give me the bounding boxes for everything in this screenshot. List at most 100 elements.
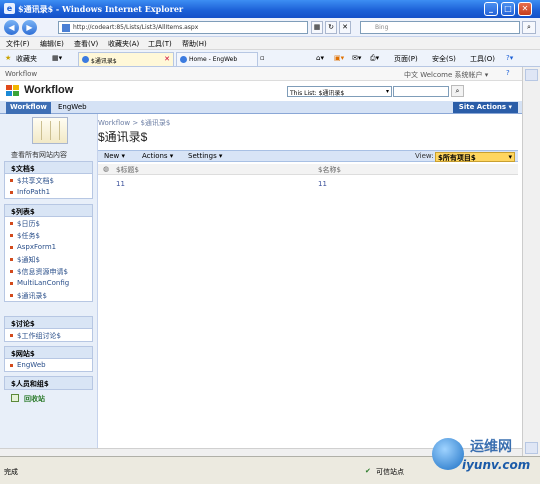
quick-tabs-icon[interactable]: ▦▾: [52, 54, 62, 62]
sp-header: Workflow This List: $通讯录$ ▾ ⌕: [0, 81, 522, 101]
vertical-scrollbar[interactable]: [522, 67, 540, 456]
section-header[interactable]: $列表$: [5, 205, 92, 217]
quicklaunch-item[interactable]: $共享文档$: [5, 174, 92, 186]
feeds-icon[interactable]: ▣▾: [334, 54, 344, 62]
menu-file[interactable]: 文件(F): [6, 39, 30, 49]
globe-icon: [432, 438, 464, 470]
back-button[interactable]: ◀: [4, 20, 19, 35]
actions-menu[interactable]: Actions ▾: [142, 152, 173, 160]
window-title: $通讯录$ - Windows Internet Explorer: [18, 4, 184, 14]
search-icon[interactable]: ⌕: [522, 21, 536, 34]
mail-icon[interactable]: ✉▾: [352, 54, 361, 62]
section-header[interactable]: $讨论$: [5, 317, 92, 329]
section-header[interactable]: $人员和组$: [5, 377, 92, 389]
main-content: Workflow > $通讯录$ $通讯录$ New ▾ Actions ▾ S…: [98, 114, 522, 456]
scroll-up-icon[interactable]: [525, 69, 538, 81]
forward-button[interactable]: ▶: [22, 20, 37, 35]
page-menu[interactable]: 页面(P): [394, 54, 418, 64]
sp-global-link[interactable]: Workflow: [5, 70, 37, 78]
site-actions-button[interactable]: Site Actions ▾: [452, 102, 518, 113]
menu-view[interactable]: 查看(V): [74, 39, 98, 49]
tab-engweb[interactable]: Home - EngWeb: [176, 52, 258, 66]
nav-tab-workflow[interactable]: Workflow: [6, 102, 51, 114]
tab-current[interactable]: $通讯录$ ✕: [78, 52, 174, 66]
trusted-zone-icon: ✔: [365, 467, 371, 475]
address-row: ◀ ▶ http://codeart:85/Lists/List3/AllIte…: [0, 18, 540, 37]
view-select-value: $所有项目$: [438, 154, 476, 162]
search-input[interactable]: Bing: [360, 21, 520, 34]
tab-close-icon[interactable]: ✕: [164, 55, 170, 63]
section-people: $人员和组$: [4, 376, 93, 390]
attachment-icon: ◍: [103, 165, 110, 173]
quicklaunch-item[interactable]: AspxForm1: [5, 241, 92, 253]
safety-menu[interactable]: 安全(S): [432, 54, 456, 64]
quick-launch: 查看所有网站内容 $文档$ $共享文档$ InfoPath1 $列表$ $日历$…: [0, 114, 98, 456]
section-header[interactable]: $网站$: [5, 347, 92, 359]
favorites-star-icon[interactable]: ★: [5, 54, 11, 62]
menu-help[interactable]: 帮助(H): [182, 39, 207, 49]
search-scope-select[interactable]: This List: $通讯录$ ▾: [287, 86, 392, 97]
close-button[interactable]: ✕: [518, 2, 532, 16]
quicklaunch-item[interactable]: $工作组讨论$: [5, 329, 92, 341]
quicklaunch-item[interactable]: InfoPath1: [5, 186, 92, 198]
list-thumbnail-icon: [32, 117, 68, 144]
search-placeholder: Bing: [375, 24, 389, 31]
menu-bar: 文件(F) 编辑(E) 查看(V) 收藏夹(A) 工具(T) 帮助(H): [0, 37, 540, 50]
address-bar[interactable]: http://codeart:85/Lists/List3/AllItems.a…: [58, 21, 308, 34]
help-icon[interactable]: ?▾: [506, 54, 513, 62]
search-scope-value: This List: $通讯录$: [290, 90, 345, 97]
quicklaunch-item[interactable]: $通讯录$: [5, 289, 92, 301]
print-icon[interactable]: ⎙▾: [370, 54, 379, 63]
quicklaunch-item[interactable]: $信息资源申请$: [5, 265, 92, 277]
compat-view-icon[interactable]: ▦: [311, 21, 323, 34]
menu-edit[interactable]: 编辑(E): [40, 39, 64, 49]
status-text: 完成: [4, 468, 18, 476]
sp-top-nav: Workflow EngWeb Site Actions ▾: [0, 101, 522, 114]
sp-logo-icon: [6, 85, 20, 97]
list-column-headers: ◍ $标题$ $名称$: [98, 164, 518, 175]
tab-label: Home - EngWeb: [189, 56, 238, 63]
sp-welcome-menu[interactable]: 中文 Welcome 系统帐户 ▾: [404, 70, 488, 80]
menu-favorites[interactable]: 收藏夹(A): [108, 39, 139, 49]
page-title: $通讯录$: [98, 130, 148, 144]
column-header-title[interactable]: $标题$: [116, 165, 139, 175]
sp-help-icon[interactable]: ?: [506, 69, 510, 77]
stop-icon[interactable]: ✕: [339, 21, 351, 34]
quicklaunch-item[interactable]: $通知$: [5, 253, 92, 265]
settings-menu[interactable]: Settings ▾: [188, 152, 222, 160]
section-header[interactable]: $文档$: [5, 162, 92, 174]
view-all-content-link[interactable]: 查看所有网站内容: [11, 150, 67, 160]
new-tab-icon[interactable]: ▫: [260, 54, 265, 62]
view-label: View:: [415, 152, 434, 160]
maximize-button[interactable]: □: [501, 2, 515, 16]
view-select[interactable]: $所有项目$ ▾: [435, 152, 515, 162]
quicklaunch-item[interactable]: MultiLanConfig: [5, 277, 92, 289]
tools-menu[interactable]: 工具(O): [470, 54, 495, 64]
menu-tools[interactable]: 工具(T): [148, 39, 172, 49]
nav-tab-engweb[interactable]: EngWeb: [54, 102, 91, 114]
sp-search-input[interactable]: [393, 86, 449, 97]
new-menu[interactable]: New ▾: [104, 152, 125, 160]
quicklaunch-item[interactable]: EngWeb: [5, 359, 92, 371]
search-go-icon[interactable]: ⌕: [451, 85, 464, 97]
chevron-down-icon: ▾: [385, 88, 389, 95]
quicklaunch-item[interactable]: $日历$: [5, 217, 92, 229]
watermark-line2: iyunv.com: [462, 458, 531, 472]
minimize-button[interactable]: _: [484, 2, 498, 16]
recycle-bin-link[interactable]: 回收站: [4, 392, 93, 404]
address-text: http://codeart:85/Lists/List3/AllItems.a…: [73, 24, 199, 31]
breadcrumb[interactable]: Workflow > $通讯录$: [98, 118, 170, 128]
ie-page-icon: [82, 56, 89, 63]
cell-title[interactable]: 11: [116, 180, 125, 188]
site-title[interactable]: Workflow: [24, 84, 73, 96]
recycle-bin-label: 回收站: [24, 395, 45, 403]
quicklaunch-item[interactable]: $任务$: [5, 229, 92, 241]
home-icon[interactable]: ⌂▾: [316, 54, 324, 62]
cell-name: 11: [318, 180, 327, 188]
watermark-line1: 运维网: [470, 439, 512, 455]
watermark-logo: 运维网 iyunv.com: [432, 432, 536, 480]
favorites-button[interactable]: 收藏夹: [16, 54, 37, 64]
column-header-name[interactable]: $名称$: [318, 165, 341, 175]
chevron-down-icon: ▾: [508, 153, 512, 161]
refresh-icon[interactable]: ↻: [325, 21, 337, 34]
